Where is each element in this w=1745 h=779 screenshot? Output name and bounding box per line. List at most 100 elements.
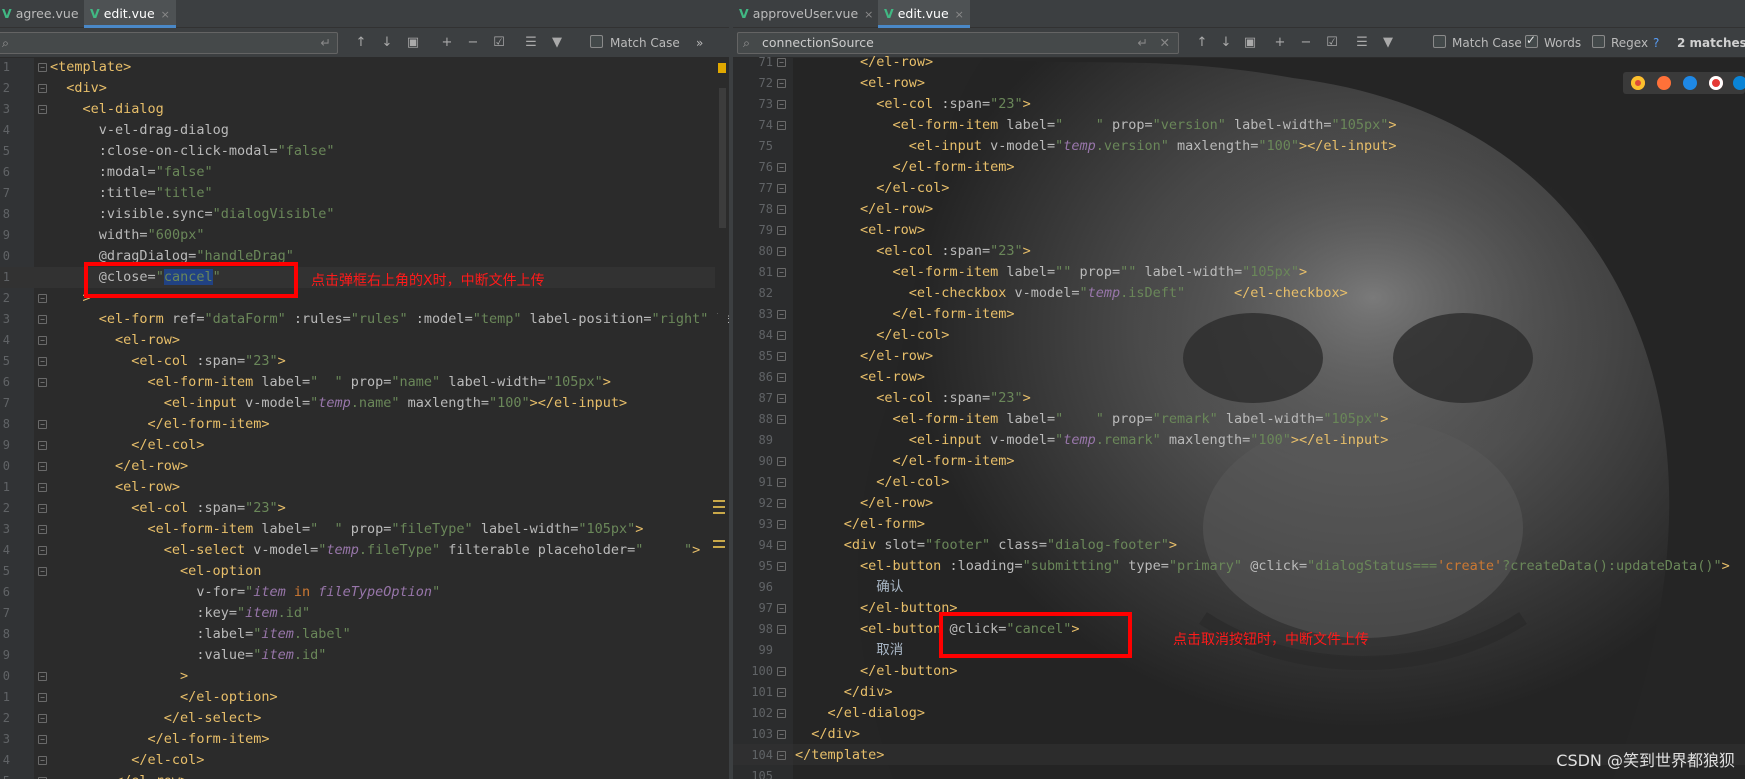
fold-marker-icon[interactable]: − <box>38 504 47 513</box>
code-line[interactable]: <el-col :span="23"> <box>795 241 1030 262</box>
fold-marker-icon[interactable]: − <box>38 567 47 576</box>
code-line[interactable]: </el-col> <box>50 435 204 456</box>
tab-edit-vue[interactable]: Vedit.vue × <box>878 0 970 28</box>
code-line[interactable]: :label="item.label" <box>50 624 350 645</box>
fold-marker-icon[interactable]: − <box>777 688 786 697</box>
filter-icon[interactable]: ▼ <box>1379 34 1397 52</box>
fold-marker-icon[interactable]: − <box>777 562 786 571</box>
code-line[interactable]: </el-row> <box>795 52 933 73</box>
fold-marker-icon[interactable]: − <box>777 205 786 214</box>
code-line[interactable]: <el-row> <box>50 477 180 498</box>
code-line[interactable]: <el-button :loading="submitting" type="p… <box>795 556 1730 577</box>
code-line[interactable]: <el-col :span="23"> <box>50 498 285 519</box>
fold-marker-icon[interactable]: − <box>777 268 786 277</box>
fold-marker-icon[interactable]: − <box>777 604 786 613</box>
code-line[interactable]: </el-col> <box>795 178 949 199</box>
code-line[interactable]: :visible.sync="dialogVisible" <box>50 204 335 225</box>
code-line[interactable]: </el-form-item> <box>795 157 1015 178</box>
code-line[interactable]: </el-row> <box>795 493 933 514</box>
code-line[interactable]: <div slot="footer" class="dialog-footer"… <box>795 535 1177 556</box>
fold-marker-icon[interactable]: − <box>777 226 786 235</box>
safari-icon[interactable] <box>1683 76 1697 90</box>
code-line[interactable]: <el-input v-model="temp.name" maxlength=… <box>50 393 627 414</box>
fold-marker-icon[interactable]: − <box>777 163 786 172</box>
fold-marker-icon[interactable]: − <box>777 520 786 529</box>
fold-marker-icon[interactable]: − <box>38 672 47 681</box>
opera-icon[interactable] <box>1709 76 1723 90</box>
history-icon[interactable]: ↵ <box>321 33 331 53</box>
code-line[interactable]: </el-select> <box>50 708 262 729</box>
regex-help-icon[interactable]: ? <box>1653 33 1659 53</box>
fold-marker-icon[interactable]: − <box>38 294 47 303</box>
fold-marker-icon[interactable]: − <box>777 373 786 382</box>
code-line[interactable]: :key="item.id" <box>50 603 310 624</box>
code-line[interactable]: </el-dialog> <box>795 703 926 724</box>
code-line[interactable]: </el-button> <box>795 598 958 619</box>
code-line[interactable]: <el-row> <box>50 330 180 351</box>
code-line[interactable]: </template> <box>795 745 884 766</box>
fold-marker-icon[interactable]: − <box>38 84 47 93</box>
code-line[interactable]: 取消 <box>795 640 903 661</box>
fold-marker-icon[interactable]: − <box>38 462 47 471</box>
code-line[interactable]: </el-form-item> <box>50 414 270 435</box>
fold-marker-icon[interactable]: − <box>777 100 786 109</box>
chrome-icon[interactable] <box>1631 76 1645 90</box>
code-line[interactable]: </el-col> <box>795 325 949 346</box>
multi-select-icon[interactable]: ☑ <box>1323 34 1341 52</box>
scroll-thumb[interactable] <box>719 88 726 228</box>
fold-marker-icon[interactable]: − <box>38 525 47 534</box>
code-line[interactable]: </el-row> <box>795 199 933 220</box>
warning-marker[interactable] <box>718 63 726 73</box>
code-line[interactable]: <el-option <box>50 561 261 582</box>
code-line[interactable]: </el-form-item> <box>795 451 1015 472</box>
fold-marker-icon[interactable]: − <box>777 58 786 67</box>
tab-approveuser-vue[interactable]: VapproveUser.vue × <box>733 0 879 28</box>
fold-marker-icon[interactable]: − <box>38 546 47 555</box>
fold-marker-icon[interactable]: − <box>38 357 47 366</box>
code-line[interactable]: <template> <box>50 57 131 78</box>
code-line[interactable]: </el-form-item> <box>795 304 1015 325</box>
fold-marker-icon[interactable]: − <box>777 730 786 739</box>
clear-icon[interactable]: ✕ <box>1160 33 1170 53</box>
code-line[interactable]: v-el-drag-dialog <box>50 120 229 141</box>
fold-marker-icon[interactable]: − <box>38 714 47 723</box>
edge-icon[interactable] <box>1733 76 1745 90</box>
fold-marker-icon[interactable]: − <box>777 352 786 361</box>
close-icon[interactable]: × <box>955 8 964 21</box>
code-line[interactable]: </el-form-item> <box>50 729 270 750</box>
code-line[interactable]: :value="item.id" <box>50 645 326 666</box>
code-line[interactable]: > <box>50 666 188 687</box>
fold-marker-icon[interactable]: − <box>777 541 786 550</box>
code-line[interactable]: </el-col> <box>50 750 204 771</box>
code-line[interactable]: <el-col :span="23"> <box>50 351 285 372</box>
code-line[interactable]: <el-form ref="dataForm" :rules="rules" :… <box>50 309 729 330</box>
code-line[interactable]: </div> <box>795 682 893 703</box>
code-line[interactable]: :modal="false" <box>50 162 213 183</box>
fold-marker-icon[interactable]: − <box>777 751 786 760</box>
fold-marker-icon[interactable]: − <box>777 394 786 403</box>
multi-select-icon[interactable]: ☑ <box>490 34 508 52</box>
fold-marker-icon[interactable]: − <box>777 625 786 634</box>
code-line[interactable]: <el-col :span="23"> <box>795 388 1030 409</box>
fold-marker-icon[interactable]: − <box>777 79 786 88</box>
code-line[interactable]: </el-col> <box>795 472 949 493</box>
code-line[interactable]: </el-form> <box>795 514 925 535</box>
tab-edit-vue[interactable]: Vedit.vue × <box>84 0 176 28</box>
fold-marker-icon[interactable]: − <box>38 315 47 324</box>
fold-marker-icon[interactable]: − <box>38 63 47 72</box>
code-line[interactable]: </el-row> <box>50 456 188 477</box>
code-line[interactable]: <el-input v-model="temp.remark" maxlengt… <box>795 430 1389 451</box>
code-line[interactable]: <el-form-item label=" " prop="remark" la… <box>795 409 1389 430</box>
fold-marker-icon[interactable]: − <box>777 478 786 487</box>
arrow-up-icon[interactable]: ↑ <box>1193 34 1211 52</box>
code-line[interactable]: width="600px" <box>50 225 205 246</box>
code-line[interactable]: <el-input v-model="temp.version" maxleng… <box>795 136 1397 157</box>
remove-selection-icon[interactable]: − <box>1297 34 1315 52</box>
fold-marker-icon[interactable]: − <box>777 310 786 319</box>
add-selection-icon[interactable]: + <box>438 34 456 52</box>
code-line[interactable]: </el-button> <box>795 661 958 682</box>
search-input[interactable]: ⌕ ↵ <box>0 32 338 54</box>
code-line[interactable]: <el-row> <box>795 220 925 241</box>
firefox-icon[interactable] <box>1657 76 1671 90</box>
code-line[interactable]: <el-form-item label=" " prop="fileType" … <box>50 519 644 540</box>
